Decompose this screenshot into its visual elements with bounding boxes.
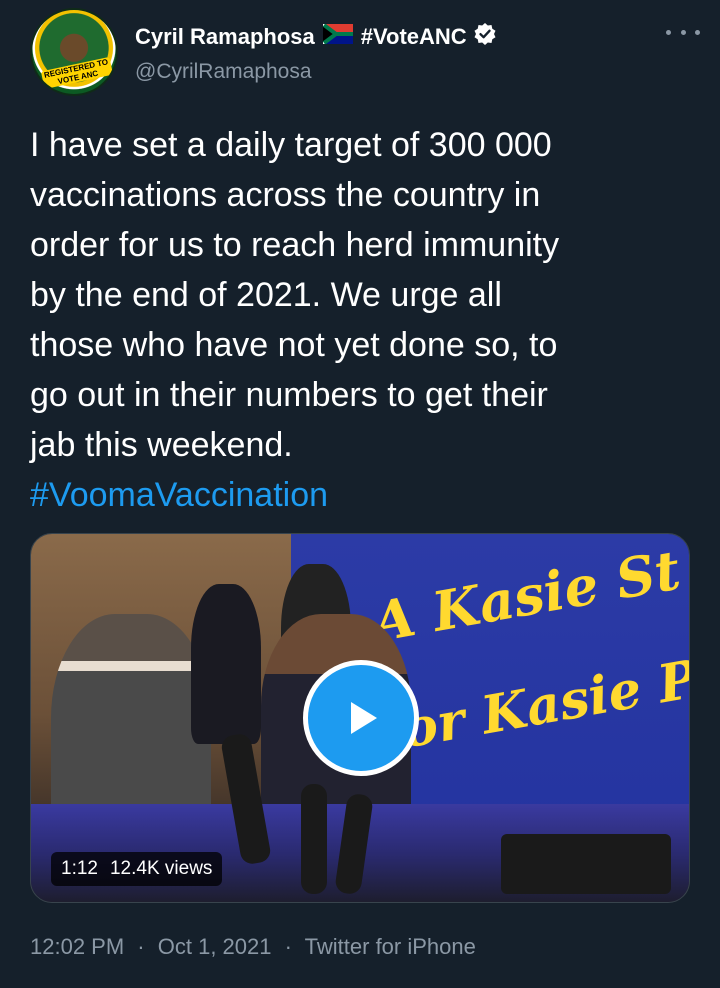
tweet-source[interactable]: Twitter for iPhone [305,934,476,959]
tweet-line: by the end of 2021. We urge all [30,276,502,314]
tweet-line: jab this weekend. [30,426,293,464]
tweet-line: order for us to reach herd immunity [30,226,560,264]
video-stats: 1:12 12.4K views [51,852,223,886]
meta-separator: · [137,934,145,959]
tweet-line: vaccinations across the country in [30,176,541,214]
video-views: 12.4K views [109,858,213,879]
tweet-date[interactable]: Oct 1, 2021 [158,934,272,959]
south-africa-flag-icon [321,22,353,49]
tweet-line: I have set a daily target of 300 000 [30,126,552,164]
tweet-text: I have set a daily target of 300 000 vac… [30,120,680,520]
hashtag-link[interactable]: #VoomaVaccination [30,470,680,520]
play-button[interactable] [303,660,419,776]
avatar[interactable]: REGISTERED TO VOTE ANC [30,8,118,96]
tweet-line: those who have not yet done so, to [30,326,558,364]
author-handle[interactable]: @CyrilRamaphosa [135,60,312,84]
play-icon [351,702,377,734]
tweet-time[interactable]: 12:02 PM [30,934,124,959]
tweet-line: go out in their numbers to get their [30,376,548,414]
video-duration: 1:12 [61,858,98,879]
avatar-label: REGISTERED TO VOTE ANC [40,56,114,90]
author-tag[interactable]: #VoteANC [361,24,467,50]
more-options-icon[interactable] [666,22,700,42]
verified-badge-icon [473,22,497,51]
tweet-header: REGISTERED TO VOTE ANC Cyril Ramaphosa #… [30,8,700,96]
tweet-meta: 12:02 PM · Oct 1, 2021 · Twitter for iPh… [30,934,476,960]
author-name[interactable]: Cyril Ramaphosa [135,24,315,50]
author-name-row[interactable]: Cyril Ramaphosa #VoteANC [135,22,497,51]
video-player[interactable]: A Kasie St or Kasie P 1:12 12.4K views [30,533,690,903]
meta-separator: · [284,934,292,959]
